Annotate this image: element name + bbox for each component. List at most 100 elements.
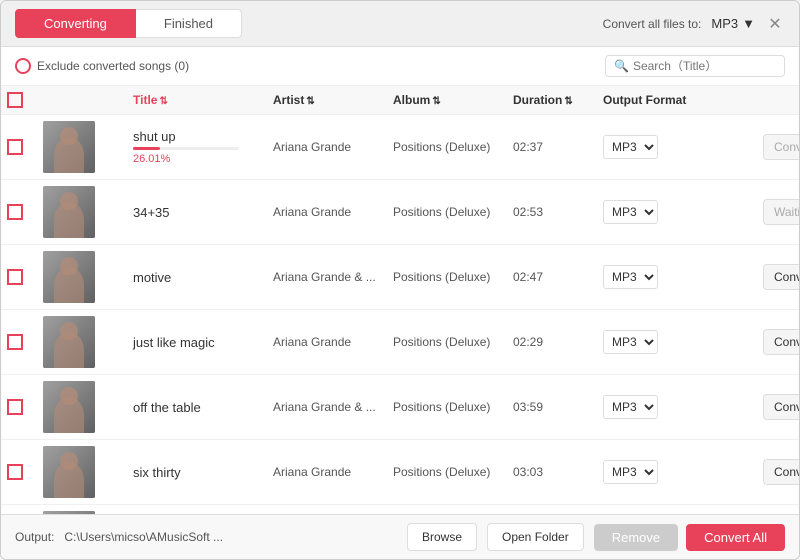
col-artist-header[interactable]: Artist⇅ [273,93,393,107]
song-title-5: off the table [133,400,265,415]
convert-btn-5[interactable]: Convert [763,394,799,420]
artist-cell-1: Ariana Grande [273,140,393,154]
format-select-header[interactable]: MP3 ▼ [711,16,755,31]
col-title-header[interactable]: Title⇅ [133,93,273,107]
output-path: C:\Users\micso\AMusicSoft ... [64,530,397,544]
table-row: six thirty Ariana Grande Positions (Delu… [1,440,799,505]
format-select-3[interactable]: MP3 [603,265,658,289]
output-format-cell-5: MP3 [603,395,763,419]
song-title-1: shut up [133,129,265,144]
search-icon: 🔍 [614,59,629,73]
convert-btn-2[interactable]: Waiting... [763,199,799,225]
row-thumb-3 [43,251,95,303]
table-body: shut up 26.01% Ariana Grande Positions (… [1,115,799,514]
action-cell-5: Convert ✕ [763,394,799,420]
col-title-cell-2: 34+35 [133,205,273,220]
action-cell-3: Convert ✕ [763,264,799,290]
duration-cell-2: 02:53 [513,205,603,219]
artist-cell-5: Ariana Grande & ... [273,400,393,414]
search-box: 🔍 [605,55,785,77]
sort-artist-icon: ⇅ [306,96,314,107]
format-select-4[interactable]: MP3 [603,330,658,354]
artist-cell-6: Ariana Grande [273,465,393,479]
convert-btn-6[interactable]: Convert [763,459,799,485]
col-checkbox-header[interactable] [7,92,43,108]
exclude-check[interactable]: Exclude converted songs (0) [15,58,189,74]
album-cell-5: Positions (Deluxe) [393,400,513,414]
row-thumb-4 [43,316,95,368]
song-title-2: 34+35 [133,205,265,220]
col-title-cell-5: off the table [133,400,273,415]
row-checkbox-6[interactable] [7,464,43,480]
col-title-cell-6: six thirty [133,465,273,480]
artist-cell-2: Ariana Grande [273,205,393,219]
album-cell-4: Positions (Deluxe) [393,335,513,349]
output-label: Output: [15,530,54,544]
search-input[interactable] [633,59,776,73]
exclude-checkbox[interactable] [15,58,31,74]
col-title-cell-3: motive [133,270,273,285]
col-title-cell-4: just like magic [133,335,273,350]
convert-btn-1[interactable]: Converting [763,134,799,160]
col-title-cell-1: shut up 26.01% [133,129,273,165]
action-cell-4: Convert ✕ [763,329,799,355]
song-title-4: just like magic [133,335,265,350]
col-album-header[interactable]: Album⇅ [393,93,513,107]
filter-bar: Exclude converted songs (0) 🔍 [1,47,799,86]
tab-converting[interactable]: Converting [15,9,136,38]
row-checkbox-5[interactable] [7,399,43,415]
row-checkbox-4[interactable] [7,334,43,350]
header-right: Convert all files to: MP3 ▼ ✕ [603,14,785,34]
action-cell-1: Converting ✕ [763,134,799,160]
convert-btn-4[interactable]: Convert [763,329,799,355]
format-select-5[interactable]: MP3 [603,395,658,419]
browse-button[interactable]: Browse [407,523,477,551]
output-format-cell-6: MP3 [603,460,763,484]
row-checkbox-1[interactable] [7,139,43,155]
row-thumb-5 [43,381,95,433]
table-row: shut up 26.01% Ariana Grande Positions (… [1,115,799,180]
col-duration-header[interactable]: Duration⇅ [513,93,603,107]
remove-button[interactable]: Remove [594,524,678,551]
header: Converting Finished Convert all files to… [1,1,799,47]
row-thumb-6 [43,446,95,498]
album-cell-3: Positions (Deluxe) [393,270,513,284]
album-cell-2: Positions (Deluxe) [393,205,513,219]
col-output-header: Output Format [603,93,763,107]
album-cell-1: Positions (Deluxe) [393,140,513,154]
table-row: safety net (feat. Ty ... Ariana Grande P… [1,505,799,514]
row-thumb-2 [43,186,95,238]
convert-btn-3[interactable]: Convert [763,264,799,290]
tab-finished[interactable]: Finished [136,9,242,38]
table-header: Title⇅ Artist⇅ Album⇅ Duration⇅ Output F… [1,86,799,115]
artist-cell-4: Ariana Grande [273,335,393,349]
table-row: off the table Ariana Grande & ... Positi… [1,375,799,440]
row-thumb-7 [43,511,95,514]
row-checkbox-2[interactable] [7,204,43,220]
format-select-2[interactable]: MP3 [603,200,658,224]
sort-duration-icon: ⇅ [564,96,572,107]
convert-all-label: Convert all files to: [603,17,702,31]
progress-text-1: 26.01% [133,153,265,165]
open-folder-button[interactable]: Open Folder [487,523,584,551]
convert-all-button[interactable]: Convert All [686,524,785,551]
sort-title-icon: ⇅ [159,96,167,107]
chevron-down-icon: ▼ [742,16,755,31]
song-title-3: motive [133,270,265,285]
song-title-6: six thirty [133,465,265,480]
table-row: 34+35 Ariana Grande Positions (Deluxe) 0… [1,180,799,245]
action-cell-2: Waiting... ✕ [763,199,799,225]
close-button[interactable]: ✕ [765,14,785,34]
format-select-6[interactable]: MP3 [603,460,658,484]
exclude-label: Exclude converted songs (0) [37,59,189,73]
output-format-cell-3: MP3 [603,265,763,289]
footer: Output: C:\Users\micso\AMusicSoft ... Br… [1,514,799,559]
album-cell-6: Positions (Deluxe) [393,465,513,479]
app-window: Converting Finished Convert all files to… [0,0,800,560]
table-row: just like magic Ariana Grande Positions … [1,310,799,375]
row-checkbox-3[interactable] [7,269,43,285]
artist-cell-3: Ariana Grande & ... [273,270,393,284]
row-thumb-1 [43,121,95,173]
format-select-1[interactable]: MP3 [603,135,658,159]
output-format-cell-4: MP3 [603,330,763,354]
